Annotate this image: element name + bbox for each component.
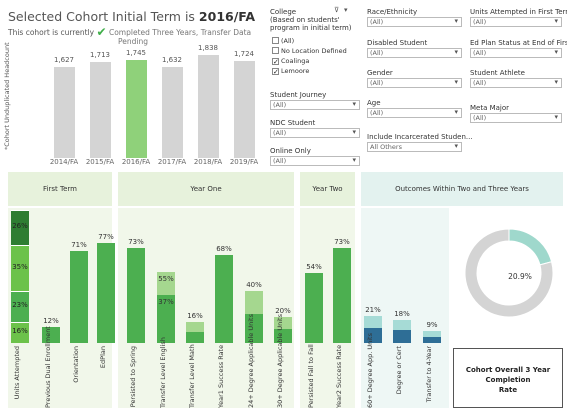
category-tick-label: Year1 Success Rate: [217, 344, 225, 408]
pie-value-label: 20.9%: [508, 272, 532, 281]
category-tick-label: Persisted to Spring: [129, 346, 137, 408]
bar-value-label: 21%: [365, 305, 381, 314]
college-option-label: Lemoore: [281, 67, 310, 75]
category-tick-label: Transfer Level Math: [188, 344, 196, 408]
bar-value-label: 12%: [43, 317, 59, 326]
category-tick-label: Previous Dual Enrollment: [44, 326, 52, 408]
term-tick-label: 2016/FA: [121, 158, 151, 166]
category-tick-label: Orientation: [72, 346, 80, 383]
segment-value-label: 26%: [12, 222, 28, 231]
bar-value-label: 9%: [426, 321, 438, 330]
term-tick-label: 2018/FA: [193, 158, 223, 166]
outcome-bar[interactable]: [393, 319, 411, 331]
bar-value-label: 18%: [394, 309, 410, 318]
category-tick-label: EdPlan: [99, 346, 107, 369]
outcome-bar[interactable]: [70, 250, 88, 343]
category-tick-label: Persisted Fall to Fall: [307, 344, 315, 408]
bar-value-label: 40%: [246, 281, 262, 289]
term-tick-label: 2015/FA: [85, 158, 115, 166]
category-tick-label: Units Attempted: [13, 346, 21, 400]
checkbox-checked-icon[interactable]: ✓: [272, 68, 279, 76]
college-option[interactable]: ✓ Coalinga: [272, 57, 309, 66]
checkbox-icon[interactable]: [272, 37, 279, 44]
bar-value-label: 54%: [306, 262, 322, 271]
category-tick-label: Year2 Success Rate: [335, 344, 343, 408]
outcome-bar[interactable]: [215, 254, 233, 343]
outcome-bar-inner[interactable]: [423, 336, 441, 343]
bar-inner-value-label: 37%: [158, 297, 174, 306]
college-option[interactable]: No Location Defined: [272, 47, 347, 56]
college-option-label: (All): [281, 37, 295, 45]
outcome-bar[interactable]: [186, 322, 204, 332]
category-tick-label: Degree or Cert: [395, 346, 403, 395]
outcome-bar[interactable]: [305, 272, 323, 343]
category-tick-label: Transfer to 4-Year: [425, 346, 433, 403]
segment-value-label: 16%: [12, 327, 28, 336]
bar-value-label: 77%: [98, 232, 114, 241]
checkbox-checked-icon[interactable]: ✓: [272, 58, 279, 66]
bar-value-label: 55%: [158, 274, 174, 283]
outcome-bar[interactable]: [127, 248, 145, 343]
outcome-bar[interactable]: [364, 315, 382, 328]
category-tick-label: 30+ Degree Applicable Units: [276, 314, 284, 408]
bar-value-label: 16%: [187, 312, 203, 321]
pie-slice-completed[interactable]: [508, 228, 553, 266]
outcome-bar-inner[interactable]: [393, 330, 411, 343]
bar-value-label: 73%: [128, 238, 144, 247]
outcome-bar[interactable]: [97, 242, 115, 343]
outcome-bar[interactable]: [333, 248, 351, 343]
segment-value-label: 23%: [12, 301, 28, 310]
segment-value-label: 35%: [12, 262, 28, 271]
checkbox-icon[interactable]: [272, 47, 279, 54]
college-option[interactable]: (All): [272, 37, 294, 46]
term-tick-label: 2019/FA: [229, 158, 259, 166]
category-tick-label: Transfer Level English: [159, 337, 167, 408]
college-option[interactable]: ✓ Lemoore: [272, 67, 309, 76]
college-option-label: Coalinga: [281, 57, 310, 65]
outcome-bar[interactable]: [245, 291, 263, 315]
category-tick-label: 60+ Degree App. Units: [366, 333, 374, 408]
bar-value-label: 73%: [334, 238, 350, 247]
term-tick-label: 2014/FA: [49, 158, 79, 166]
bar-value-label: 71%: [71, 240, 87, 249]
outcome-bar-inner[interactable]: [186, 331, 204, 343]
kpi-completion-rate: Cohort Overall 3 Year Completion Rate: [453, 348, 563, 408]
college-option-label: No Location Defined: [281, 47, 347, 55]
category-tick-label: 24+ Degree Applicable Units: [247, 314, 255, 408]
term-tick-label: 2017/FA: [157, 158, 187, 166]
bar-value-label: 68%: [216, 244, 232, 253]
